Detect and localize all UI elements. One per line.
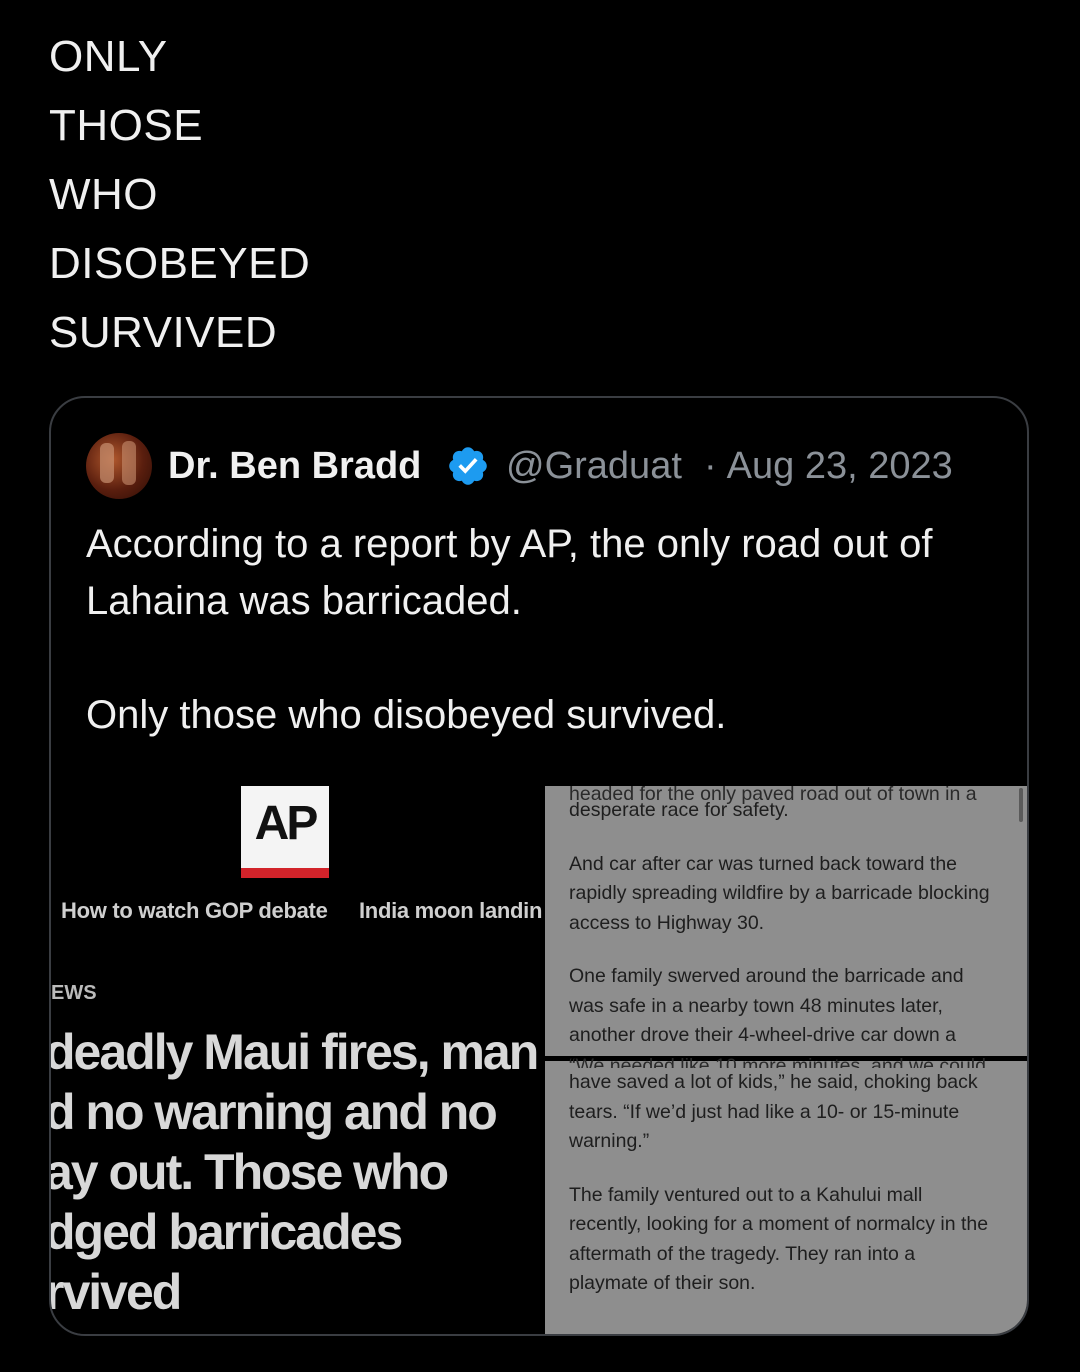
- quoted-post-header: Dr. Ben Bradd @Graduat · Aug 23, 2023: [86, 432, 1006, 500]
- quoted-paragraph: According to a report by AP, the only ro…: [86, 522, 933, 623]
- headline-line: dged barricades: [51, 1204, 403, 1260]
- post-text: ONLY THOSE WHO DISOBEYED SURVIVED: [49, 22, 310, 367]
- post-line: ONLY: [49, 32, 168, 81]
- handle[interactable]: @Graduat: [506, 445, 702, 488]
- article-paragraph: And car after car was turned back toward…: [569, 852, 990, 934]
- attached-image[interactable]: AP How to watch GOP debate India moon la…: [51, 786, 1027, 1334]
- article-screenshot: headed for the only paved road out of to…: [545, 786, 1027, 1334]
- post-line: DISOBEYED: [49, 239, 311, 288]
- post-line: WHO: [49, 170, 159, 219]
- article-bottom: have saved a lot of kids,” he said, chok…: [569, 1068, 999, 1323]
- ap-screenshot: AP How to watch GOP debate India moon la…: [51, 786, 543, 1334]
- quoted-post-text: According to a report by AP, the only ro…: [86, 516, 986, 744]
- ap-nav-item: India moon landing: [359, 898, 543, 923]
- headline-line: deadly Maui fires, man: [51, 1024, 539, 1080]
- quoted-paragraph: Only those who disobeyed survived.: [86, 693, 727, 737]
- headline-line: rvived: [51, 1264, 182, 1320]
- article-cut-line: “We needed like 10 more minutes, and we …: [569, 1056, 986, 1068]
- display-name[interactable]: Dr. Ben Bradd: [168, 445, 440, 488]
- avatar[interactable]: [86, 433, 152, 499]
- article-top: headed for the only paved road out of to…: [569, 786, 999, 1075]
- post-date[interactable]: Aug 23, 2023: [727, 445, 953, 488]
- scrollbar: [1019, 788, 1023, 822]
- ap-nav-item: How to watch GOP debate: [61, 898, 328, 923]
- separator: ·: [704, 444, 717, 487]
- article-paragraph: One family swerved around the barricade …: [569, 965, 964, 1046]
- verified-badge-icon: [449, 447, 487, 485]
- headline-line: ay out. Those who: [51, 1144, 449, 1200]
- post-line: THOSE: [49, 101, 204, 150]
- ap-section-label: EWS: [51, 982, 97, 1004]
- ap-logo: AP: [241, 786, 329, 878]
- article-cut-line: headed for the only paved road out of to…: [569, 786, 977, 805]
- quoted-post-card[interactable]: Dr. Ben Bradd @Graduat · Aug 23, 2023 Ac…: [49, 396, 1029, 1336]
- ap-logo-text: AP: [254, 797, 319, 850]
- article-paragraph: The family ventured out to a Kahului mal…: [569, 1183, 989, 1295]
- article-paragraph: have saved a lot of kids,” he said, chok…: [569, 1071, 978, 1152]
- ap-headline: deadly Maui fires, man d no warning and …: [51, 1022, 543, 1322]
- post-line: SURVIVED: [49, 308, 278, 357]
- headline-line: d no warning and no: [51, 1084, 498, 1140]
